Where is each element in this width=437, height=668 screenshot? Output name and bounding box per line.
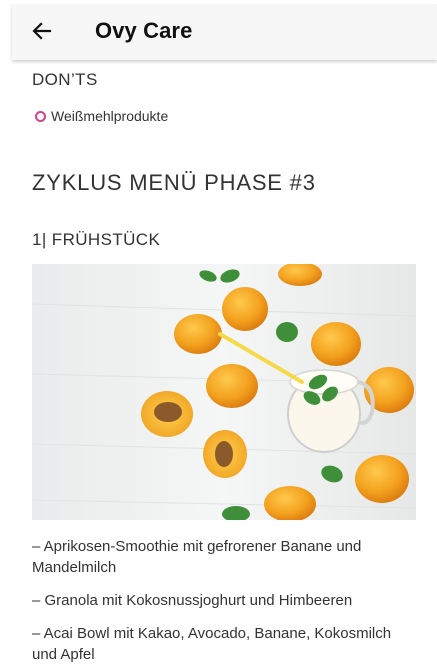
- list-item: – Acai Bowl mit Kakao, Avocado, Banane, …: [32, 625, 392, 663]
- donts-heading: DON’TS: [32, 70, 98, 89]
- page-title: Ovy Care: [95, 18, 193, 43]
- list-item: Weißmehlprodukte: [35, 108, 168, 124]
- apricot-smoothie-image: [32, 264, 416, 520]
- dont-item-label: Weißmehlprodukte: [51, 108, 169, 124]
- list-item: – Aprikosen-Smoothie mit gefrorener Bana…: [32, 538, 362, 576]
- menu-phase-heading: ZYKLUS MENÜ PHASE #3: [32, 170, 316, 195]
- bullet-ring-icon: [35, 110, 46, 122]
- arrow-left-icon: [32, 22, 52, 40]
- app-bar: Ovy Care: [12, 4, 437, 60]
- smoothie-photo: [32, 264, 416, 520]
- meal-heading: 1| FRÜHSTÜCK: [32, 230, 161, 249]
- back-button[interactable]: [30, 19, 54, 43]
- list-item: – Granola mit Kokosnussjoghurt und Himbe…: [32, 592, 353, 609]
